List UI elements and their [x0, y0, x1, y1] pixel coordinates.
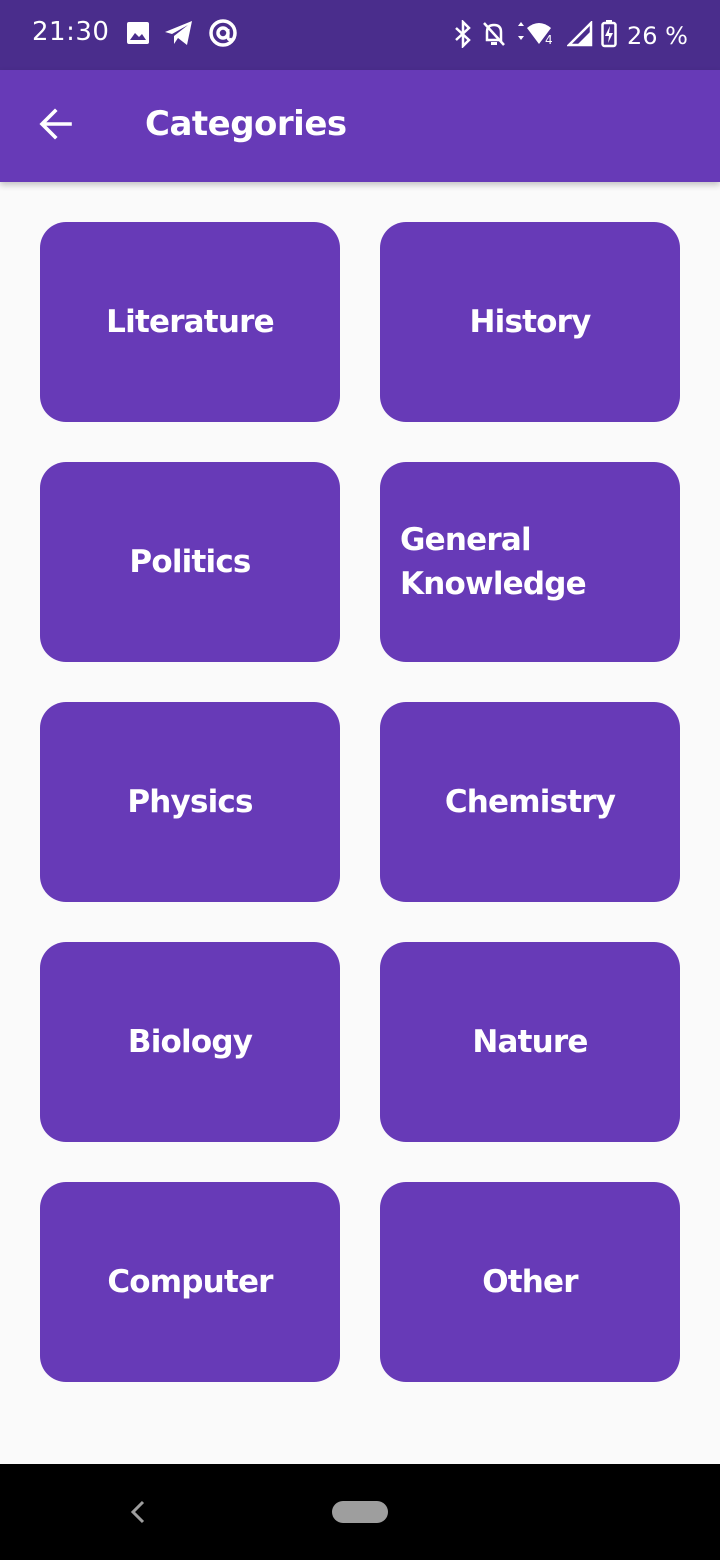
system-nav-bar	[0, 1464, 720, 1560]
image-icon	[126, 21, 150, 49]
category-label: Politics	[129, 544, 251, 580]
category-label: Biology	[127, 1024, 253, 1060]
category-tile-other[interactable]: Other	[380, 1182, 680, 1382]
page-title: Categories	[145, 104, 347, 144]
status-time: 21:30	[32, 17, 110, 47]
category-tile-politics[interactable]: Politics	[40, 462, 340, 662]
app-bar: Categories	[0, 70, 720, 182]
nav-back-chevron-icon[interactable]	[124, 1496, 154, 1528]
back-button[interactable]	[28, 100, 84, 152]
wifi-icon: 4	[515, 20, 559, 52]
status-bar: 21:30 4 26 %	[0, 0, 720, 70]
category-grid: Literature History Politics General Know…	[40, 222, 680, 1382]
category-label: Chemistry	[444, 784, 616, 820]
category-tile-physics[interactable]: Physics	[40, 702, 340, 902]
category-label: Nature	[472, 1024, 588, 1060]
category-label: General Knowledge	[400, 522, 587, 602]
battery-charging-icon	[601, 20, 617, 52]
category-tile-chemistry[interactable]: Chemistry	[380, 702, 680, 902]
category-label: Computer	[107, 1264, 273, 1300]
category-label: Literature	[106, 304, 274, 340]
at-sign-icon	[208, 18, 238, 52]
category-label: History	[469, 304, 591, 340]
category-label: Other	[482, 1264, 578, 1300]
bluetooth-icon	[453, 18, 473, 52]
arrow-left-icon	[38, 106, 74, 146]
category-tile-general-knowledge[interactable]: General Knowledge	[380, 462, 680, 662]
telegram-icon	[164, 20, 194, 50]
category-tile-literature[interactable]: Literature	[40, 222, 340, 422]
category-tile-nature[interactable]: Nature	[380, 942, 680, 1142]
cellular-signal-icon	[565, 19, 593, 51]
category-tile-history[interactable]: History	[380, 222, 680, 422]
nav-home-pill[interactable]	[332, 1501, 388, 1523]
notifications-off-icon	[481, 20, 507, 52]
battery-percentage: 26 %	[627, 22, 688, 50]
category-tile-biology[interactable]: Biology	[40, 942, 340, 1142]
category-tile-computer[interactable]: Computer	[40, 1182, 340, 1382]
category-label: Physics	[127, 784, 253, 820]
status-system-icons: 4 26 %	[453, 18, 688, 52]
svg-text:4: 4	[545, 33, 553, 47]
status-notification-icons	[126, 18, 238, 52]
